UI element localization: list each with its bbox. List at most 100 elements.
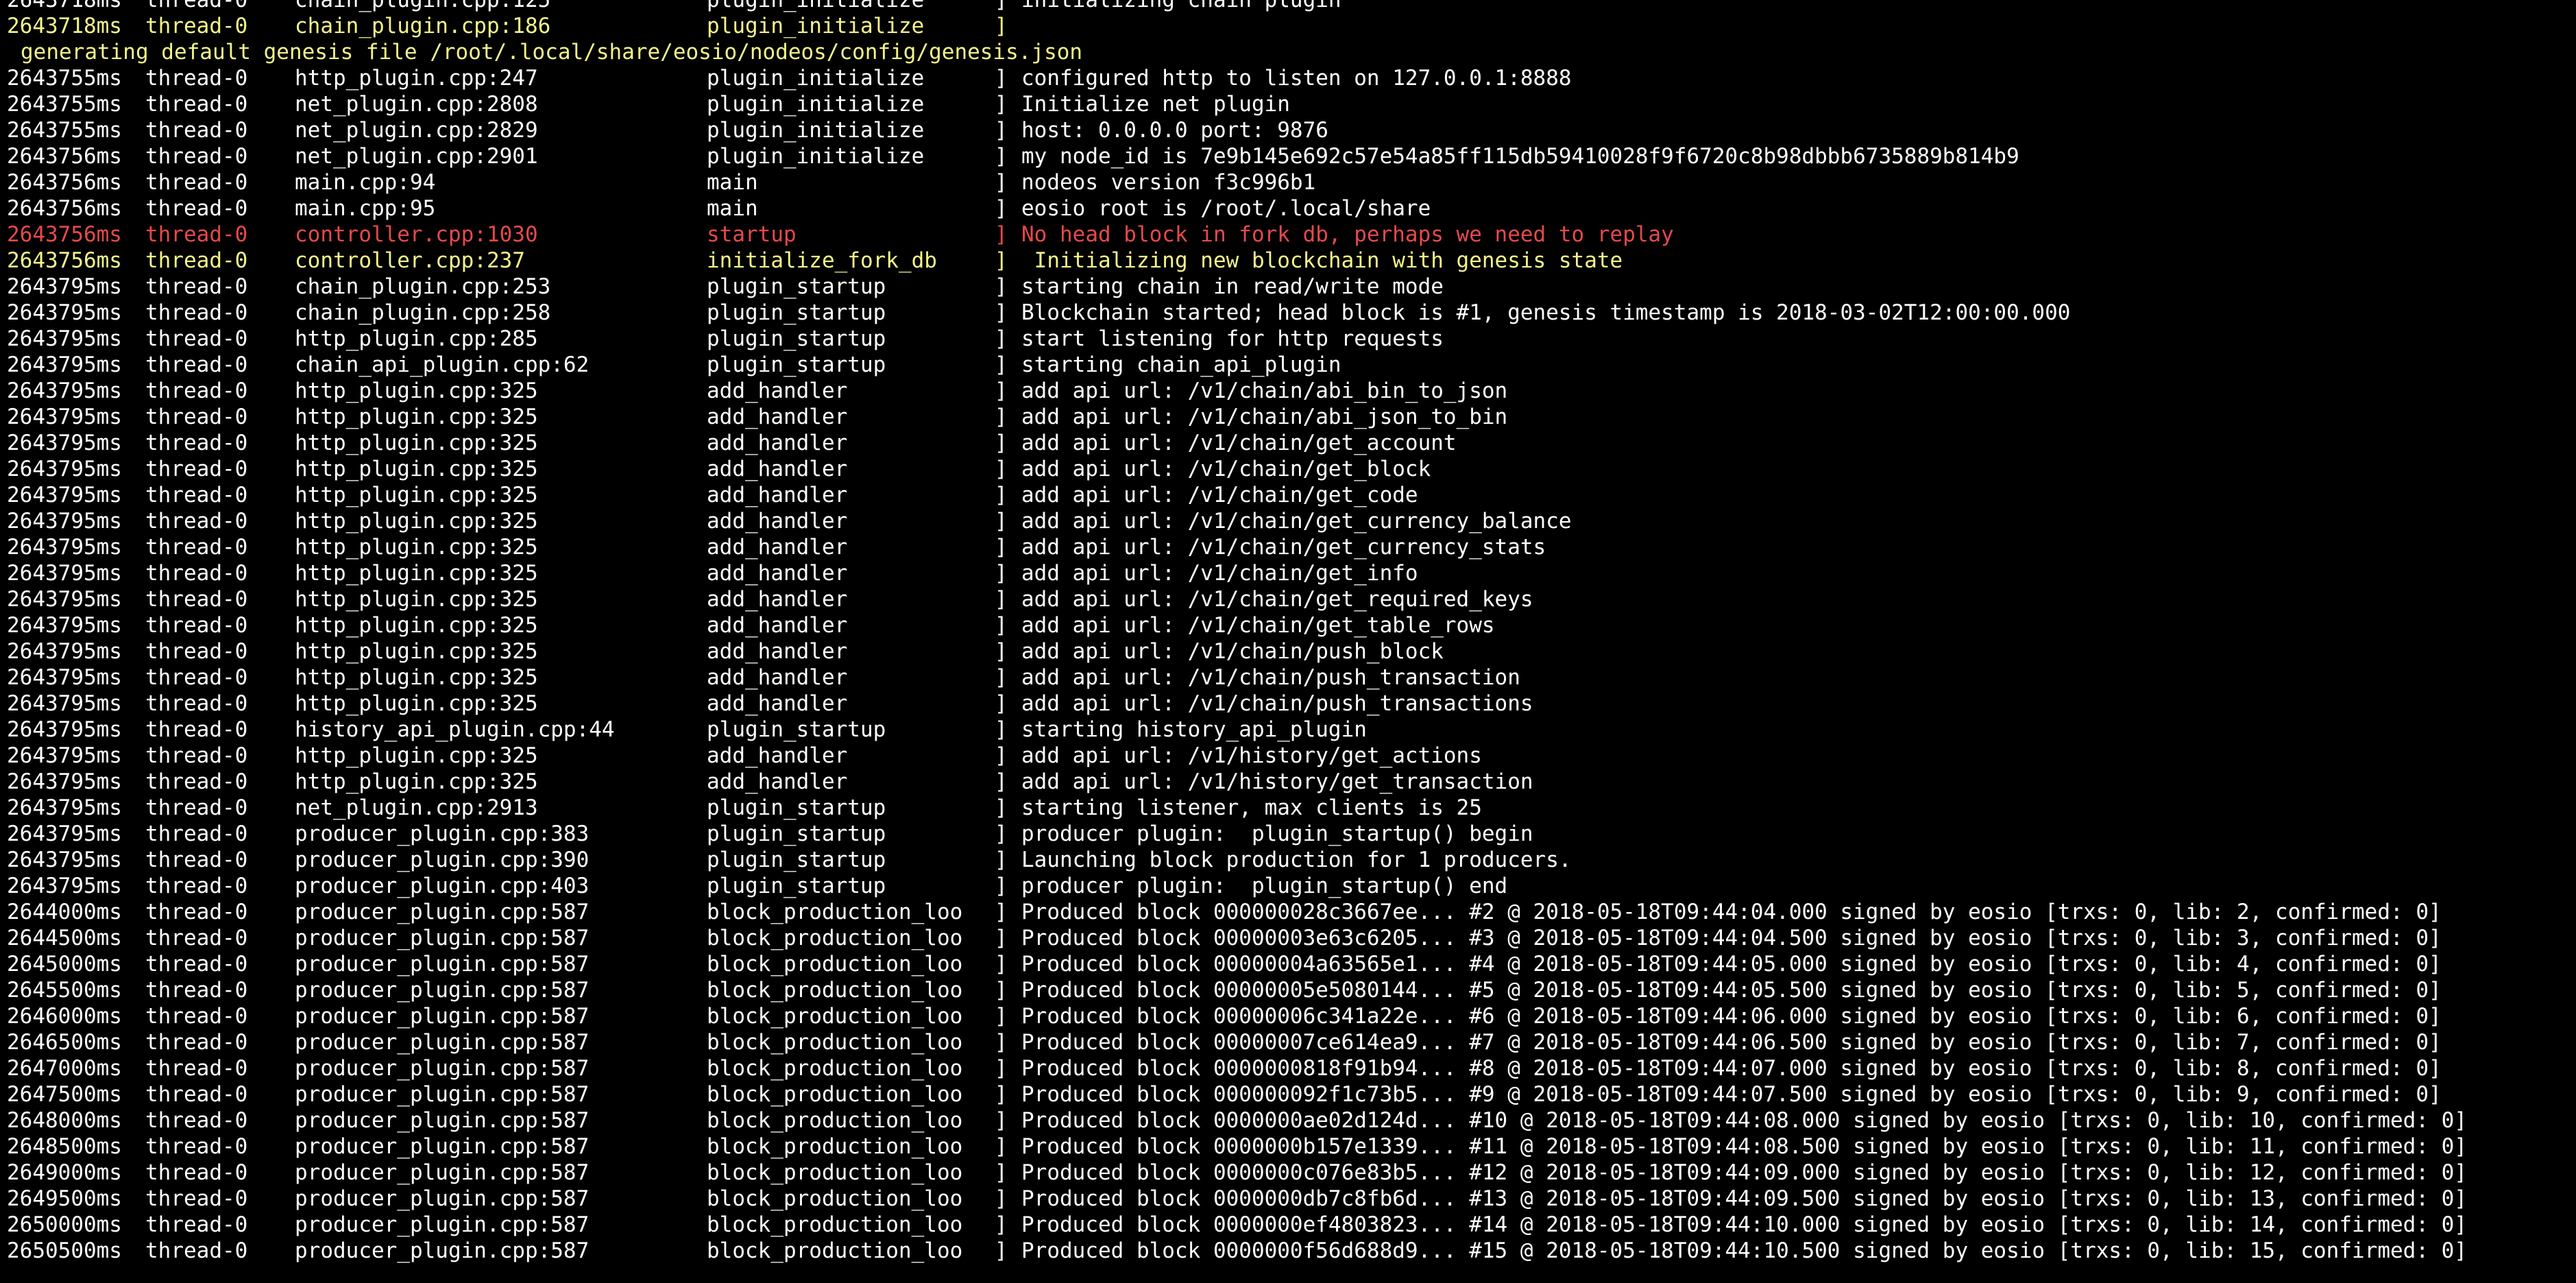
- log-timestamp: 2643795ms: [7, 405, 122, 429]
- log-line: 2643795ms thread-0 producer_plugin.cpp:390…: [7, 847, 2576, 873]
- log-line: 2645500ms thread-0 producer_plugin.cpp:587…: [7, 977, 2576, 1003]
- log-thread: thread-0: [145, 379, 248, 403]
- log-source: producer_plugin.cpp:587: [295, 1056, 590, 1081]
- log-function: add_handler: [707, 743, 848, 768]
- log-line: 2643795ms thread-0 producer_plugin.cpp:403…: [7, 873, 2576, 899]
- log-timestamp: 2643795ms: [7, 848, 122, 872]
- log-message: add api url: /v1/chain/push_block: [1021, 639, 1444, 664]
- log-line: 2643755ms thread-0 net_plugin.cpp:2829 plug…: [7, 117, 2576, 143]
- log-separator: ]: [995, 0, 1008, 12]
- log-message: host: 0.0.0.0 port: 9876: [1021, 118, 1328, 143]
- log-function: main: [707, 196, 758, 221]
- log-timestamp: 2643795ms: [7, 326, 122, 351]
- log-thread: thread-0: [145, 1238, 248, 1263]
- log-function: startup: [707, 222, 797, 247]
- log-thread: thread-0: [145, 639, 248, 664]
- log-timestamp: 2643795ms: [7, 457, 122, 481]
- log-timestamp: 2643795ms: [7, 769, 122, 794]
- log-line: 2649500ms thread-0 producer_plugin.cpp:587…: [7, 1186, 2576, 1212]
- log-separator: ]: [995, 248, 1008, 273]
- log-message: add api url: /v1/chain/push_transactions: [1021, 691, 1533, 716]
- log-thread: thread-0: [145, 874, 248, 898]
- log-separator: ]: [995, 405, 1008, 429]
- log-separator: ]: [995, 1108, 1008, 1133]
- log-timestamp: 2644500ms: [7, 926, 122, 950]
- log-line: 2649000ms thread-0 producer_plugin.cpp:587…: [7, 1160, 2576, 1186]
- log-thread: thread-0: [145, 509, 248, 533]
- log-thread: thread-0: [145, 431, 248, 455]
- log-thread: thread-0: [145, 1056, 248, 1081]
- log-thread: thread-0: [145, 457, 248, 481]
- log-separator: ]: [995, 848, 1008, 872]
- log-message: Produced block 00000006c341a22e... #6 @ …: [1021, 1004, 2442, 1029]
- log-message: add api url: /v1/chain/get_table_rows: [1021, 613, 1495, 638]
- log-function: plugin_startup: [707, 352, 886, 377]
- log-line: 2650500ms thread-0 producer_plugin.cpp:587…: [7, 1238, 2576, 1264]
- log-separator: ]: [995, 457, 1008, 481]
- log-timestamp: 2643756ms: [7, 170, 122, 195]
- log-separator: ]: [995, 561, 1008, 586]
- log-function: plugin_initialize: [707, 144, 925, 169]
- log-thread: thread-0: [145, 1212, 248, 1237]
- log-thread: thread-0: [145, 1134, 248, 1159]
- log-function: add_handler: [707, 379, 848, 403]
- log-line: 2645000ms thread-0 producer_plugin.cpp:587…: [7, 951, 2576, 977]
- log-source: http_plugin.cpp:325: [295, 613, 538, 638]
- log-message: producer plugin: plugin_startup() begin: [1021, 822, 1533, 846]
- log-thread: thread-0: [145, 978, 248, 1003]
- log-separator: ]: [995, 1238, 1008, 1263]
- log-thread: thread-0: [145, 222, 248, 247]
- log-message: Produced block 0000000b157e1339... #11 @…: [1021, 1134, 2467, 1159]
- log-source: main.cpp:94: [295, 170, 436, 195]
- log-timestamp: 2648500ms: [7, 1134, 122, 1159]
- log-separator: ]: [995, 1212, 1008, 1237]
- log-timestamp: 2643756ms: [7, 248, 122, 273]
- log-function: block_production_loo: [707, 1030, 963, 1055]
- log-message: Produced block 0000000ef4803823... #14 @…: [1021, 1212, 2467, 1237]
- log-message: producer plugin: plugin_startup() end: [1021, 874, 1508, 898]
- log-thread: thread-0: [145, 1004, 248, 1029]
- log-source: chain_plugin.cpp:125: [295, 0, 551, 12]
- log-source: main.cpp:95: [295, 196, 436, 221]
- log-function: block_production_loo: [707, 926, 963, 950]
- log-source: producer_plugin.cpp:587: [295, 1134, 590, 1159]
- log-line: 2643756ms thread-0 main.cpp:94 main] nodeos …: [7, 169, 2576, 195]
- log-separator: ]: [995, 222, 1008, 247]
- log-thread: thread-0: [145, 900, 248, 924]
- log-timestamp: 2649500ms: [7, 1186, 122, 1211]
- log-timestamp: 2645000ms: [7, 952, 122, 976]
- log-message: my node_id is 7e9b145e692c57e54a85ff115d…: [1021, 144, 2019, 169]
- log-line: 2643755ms thread-0 net_plugin.cpp:2808 plug…: [7, 91, 2576, 117]
- log-separator: ]: [995, 14, 1008, 38]
- log-line: 2643795ms thread-0 http_plugin.cpp:325 add_…: [7, 378, 2576, 404]
- log-timestamp: 2643755ms: [7, 118, 122, 143]
- log-separator: ]: [995, 795, 1008, 820]
- terminal-output[interactable]: 2643718ms thread-0 chain_plugin.cpp:125 plu…: [0, 0, 2576, 1283]
- log-source: producer_plugin.cpp:587: [295, 1082, 590, 1107]
- log-separator: ]: [995, 1082, 1008, 1107]
- log-message: Produced block 0000000ae02d124d... #10 @…: [1021, 1108, 2467, 1133]
- log-separator: ]: [995, 900, 1008, 924]
- log-timestamp: 2643755ms: [7, 92, 122, 117]
- log-separator: ]: [995, 1134, 1008, 1159]
- log-thread: thread-0: [145, 66, 248, 91]
- log-source: chain_plugin.cpp:186: [295, 14, 551, 38]
- log-line: 2643756ms thread-0 controller.cpp:1030 star…: [7, 221, 2576, 248]
- log-source: chain_plugin.cpp:258: [295, 300, 551, 325]
- log-timestamp: 2643795ms: [7, 691, 122, 716]
- log-separator: ]: [995, 587, 1008, 612]
- log-thread: thread-0: [145, 795, 248, 820]
- log-thread: thread-0: [145, 691, 248, 716]
- log-source: http_plugin.cpp:325: [295, 431, 538, 455]
- log-separator: ]: [995, 431, 1008, 455]
- log-separator: ]: [995, 196, 1008, 221]
- log-source: history_api_plugin.cpp:44: [295, 717, 615, 742]
- log-source: producer_plugin.cpp:587: [295, 900, 590, 924]
- log-thread: thread-0: [145, 743, 248, 768]
- log-function: block_production_loo: [707, 1160, 963, 1185]
- log-line: 2643795ms thread-0 net_plugin.cpp:2913 plug…: [7, 795, 2576, 821]
- log-message: Produced block 0000000db7c8fb6d... #13 @…: [1021, 1186, 2467, 1211]
- log-thread: thread-0: [145, 405, 248, 429]
- log-function: add_handler: [707, 587, 848, 612]
- log-timestamp: 2643795ms: [7, 665, 122, 690]
